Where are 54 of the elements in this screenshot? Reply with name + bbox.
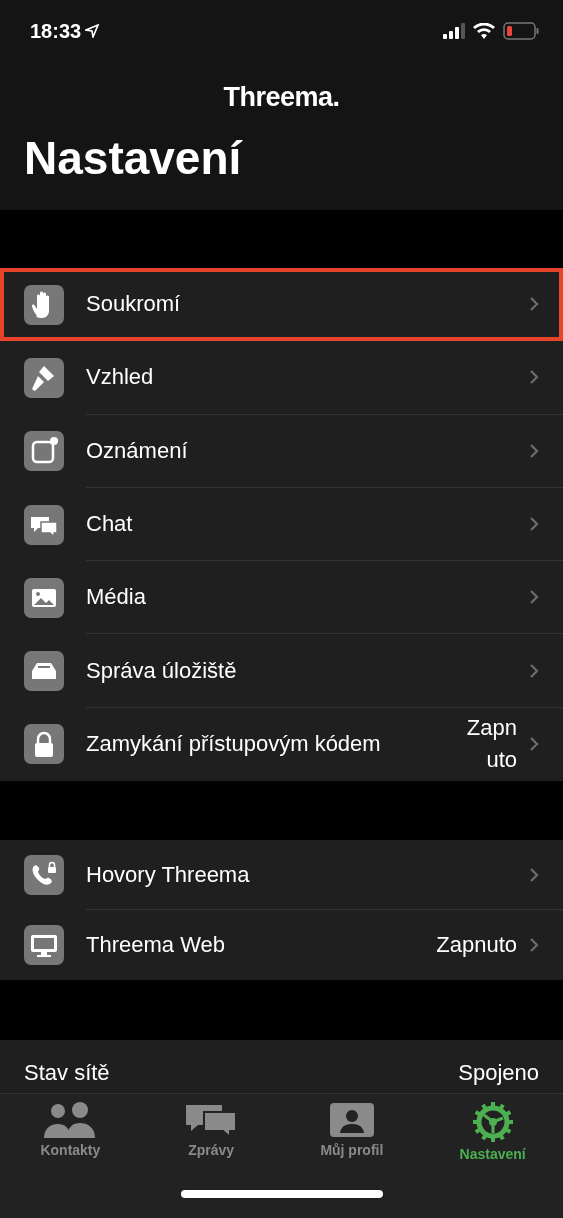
page-title: Nastavení [24, 131, 244, 185]
notification-icon [24, 431, 64, 472]
app-logo: Threema. [223, 82, 340, 113]
chevron-icon [529, 369, 539, 386]
phone-icon [24, 855, 64, 896]
signal-icon [443, 23, 465, 39]
tab-item[interactable]: Kontakty [0, 1102, 141, 1163]
chevron-icon [529, 866, 539, 883]
monitor-icon [24, 925, 64, 966]
image-icon [24, 577, 64, 618]
chevron-icon [529, 516, 539, 533]
brush-icon [24, 357, 64, 398]
chevron-icon [529, 589, 539, 606]
settings-row[interactable]: Soukromí [0, 268, 563, 342]
chevron-icon [529, 442, 539, 459]
row-label: Zamykání přístupovým kódem [86, 731, 382, 758]
people-icon [43, 1102, 98, 1139]
chevron-icon [529, 937, 539, 954]
settings-row[interactable]: Správa úložiště [0, 634, 563, 708]
network-value: Spojeno [458, 1060, 539, 1087]
settings-row[interactable]: Hovory Threema [0, 840, 563, 911]
settings-row[interactable]: Chat [0, 487, 563, 562]
status-time: 18:33 [30, 19, 100, 43]
chevron-icon [529, 736, 539, 753]
profile-icon [328, 1102, 375, 1139]
chat-icon [24, 504, 64, 545]
row-label: Hovory Threema [86, 861, 251, 888]
settings-row[interactable]: Vzhled [0, 341, 563, 415]
row-label: Chat [86, 511, 134, 538]
tray-icon [24, 651, 64, 692]
row-label: Oznámení [86, 437, 189, 464]
wifi-icon [473, 23, 495, 39]
settings-row[interactable]: Zamykání přístupovým kódem Zapnuto [0, 707, 563, 782]
hand-icon [24, 284, 64, 325]
row-label: Média [86, 584, 147, 611]
row-label: Threema Web [86, 932, 226, 959]
tab-item[interactable]: Nastavení [422, 1102, 563, 1163]
location-arrow-icon [85, 24, 100, 38]
settings-row[interactable]: Threema Web Zapnuto [0, 910, 563, 981]
row-label: Soukromí [86, 291, 182, 318]
settings-row[interactable]: Oznámení [0, 414, 563, 488]
row-label: Správa úložiště [86, 657, 238, 684]
gear-icon [472, 1102, 513, 1143]
tab-item[interactable]: Zprávy [140, 1102, 282, 1163]
row-label: Vzhled [86, 364, 155, 391]
network-label: Stav sítě [24, 1060, 110, 1087]
lock-icon [24, 724, 64, 765]
chevron-icon [529, 296, 539, 313]
row-value: Zapnuto [436, 932, 517, 959]
battery-icon [503, 22, 539, 40]
tab-item[interactable]: Můj profil [281, 1102, 423, 1163]
chevron-icon [529, 662, 539, 679]
settings-row[interactable]: Média [0, 561, 563, 635]
row-value: Zapnuto [465, 714, 517, 775]
